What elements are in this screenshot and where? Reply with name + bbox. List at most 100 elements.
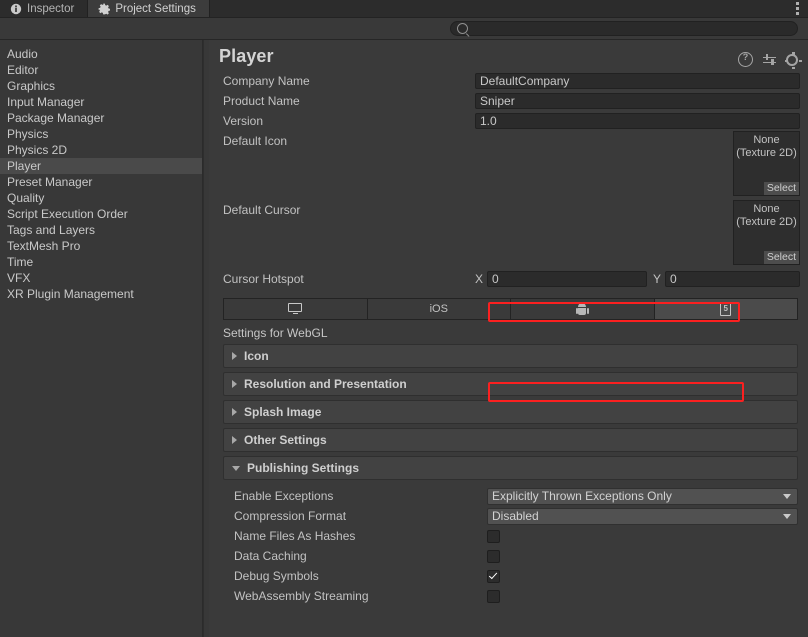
search-row-left-spacer [0, 18, 450, 39]
sidebar-item-preset-manager[interactable]: Preset Manager [0, 174, 202, 190]
window-tab-strip: Inspector Project Settings [0, 0, 808, 18]
company-name-input[interactable]: DefaultCompany [475, 73, 800, 89]
sidebar-item-label: Package Manager [7, 111, 105, 125]
chevron-down-icon [232, 465, 240, 471]
html5-icon [720, 302, 732, 316]
sidebar-item-script-execution-order[interactable]: Script Execution Order [0, 206, 202, 222]
object-field-none-label: None [753, 134, 780, 146]
section-icon[interactable]: Icon [223, 344, 798, 368]
row-label: Debug Symbols [234, 569, 319, 583]
field-label: Cursor Hotspot [223, 272, 304, 286]
platform-tab-standalone[interactable] [224, 299, 368, 319]
tab-project-settings[interactable]: Project Settings [88, 0, 210, 17]
row-compression-format: Compression Format Disabled [209, 506, 808, 526]
compression-format-dropdown[interactable]: Disabled [487, 507, 798, 525]
webassembly-streaming-checkbox[interactable] [487, 589, 500, 603]
sidebar-item-label: Time [7, 255, 34, 269]
section-label: Resolution and Presentation [244, 377, 407, 391]
platform-tab-bar: iOS [223, 298, 798, 320]
section-label: Splash Image [244, 405, 322, 419]
hotspot-y-label: Y [653, 272, 662, 286]
dropdown-value: Disabled [492, 509, 539, 523]
row-label: Compression Format [234, 509, 347, 523]
hotspot-y-input[interactable]: 0 [665, 271, 800, 287]
sidebar-item-xr-plugin-management[interactable]: XR Plugin Management [0, 286, 202, 302]
section-label: Other Settings [244, 433, 327, 447]
field-label: Company Name [223, 74, 310, 88]
row-label: WebAssembly Streaming [234, 589, 369, 603]
section-label: Publishing Settings [247, 461, 360, 475]
object-field-type-label: (Texture 2D) [736, 216, 797, 228]
gear-icon[interactable] [784, 52, 802, 70]
sidebar-item-physics[interactable]: Physics [0, 126, 202, 142]
section-publishing-settings[interactable]: Publishing Settings [223, 456, 798, 480]
data-caching-checkbox[interactable] [487, 549, 500, 563]
sidebar-item-input-manager[interactable]: Input Manager [0, 94, 202, 110]
sidebar-item-package-manager[interactable]: Package Manager [0, 110, 202, 126]
default-cursor-object-field[interactable]: None (Texture 2D) Select [733, 200, 800, 265]
panel-header-icons [738, 40, 808, 70]
version-input[interactable]: 1.0 [475, 113, 800, 129]
field-company-name: Company Name DefaultCompany [209, 71, 808, 91]
sidebar-item-label: Editor [7, 63, 39, 77]
sidebar-item-time[interactable]: Time [0, 254, 202, 270]
sidebar-item-textmesh-pro[interactable]: TextMesh Pro [0, 238, 202, 254]
name-files-as-hashes-checkbox[interactable] [487, 529, 500, 543]
sidebar-item-audio[interactable]: Audio [0, 46, 202, 62]
vertical-scrollbar[interactable] [804, 40, 808, 637]
object-field-value: None (Texture 2D) [736, 203, 797, 229]
hotspot-x-input[interactable]: 0 [487, 271, 648, 287]
help-icon[interactable] [738, 51, 753, 67]
debug-symbols-checkbox[interactable] [487, 569, 500, 583]
enable-exceptions-dropdown[interactable]: Explicitly Thrown Exceptions Only [487, 487, 798, 505]
platform-tab-webgl[interactable] [654, 299, 797, 319]
main-area: Audio Editor Graphics Input Manager Pack… [0, 40, 808, 637]
row-label: Enable Exceptions [234, 489, 334, 503]
chevron-right-icon [232, 380, 237, 388]
sidebar-item-player[interactable]: Player [0, 158, 202, 174]
platform-tab-ios-label: iOS [429, 303, 448, 315]
row-label: Data Caching [234, 549, 307, 563]
section-resolution-and-presentation[interactable]: Resolution and Presentation [223, 372, 798, 396]
preset-icon[interactable] [763, 53, 776, 66]
field-product-name: Product Name Sniper [209, 91, 808, 111]
default-icon-object-field[interactable]: None (Texture 2D) Select [733, 131, 800, 196]
row-label: Name Files As Hashes [234, 529, 356, 543]
sidebar-item-label: Audio [7, 47, 38, 61]
monitor-icon [288, 303, 303, 315]
object-field-none-label: None [753, 203, 780, 215]
chevron-right-icon [232, 436, 237, 444]
section-other-settings[interactable]: Other Settings [223, 428, 798, 452]
row-name-files-as-hashes: Name Files As Hashes [209, 526, 808, 546]
kebab-menu-icon[interactable] [786, 0, 808, 17]
sidebar-item-label: Quality [7, 191, 45, 205]
field-default-icon: Default Icon None (Texture 2D) Select [209, 131, 808, 200]
chevron-down-icon [783, 493, 791, 499]
sidebar-item-tags-and-layers[interactable]: Tags and Layers [0, 222, 202, 238]
sidebar-item-editor[interactable]: Editor [0, 62, 202, 78]
tab-strip-spacer [209, 0, 786, 17]
search-row [0, 18, 808, 40]
default-cursor-select-button[interactable]: Select [763, 251, 799, 264]
publishing-settings-body: Enable Exceptions Explicitly Thrown Exce… [209, 484, 808, 606]
section-splash-image[interactable]: Splash Image [223, 400, 798, 424]
sidebar-item-physics-2d[interactable]: Physics 2D [0, 142, 202, 158]
settings-for-label: Settings for WebGL [223, 326, 328, 340]
section-label: Icon [244, 349, 269, 363]
sidebar-item-vfx[interactable]: VFX [0, 270, 202, 286]
row-data-caching: Data Caching [209, 546, 808, 566]
dropdown-value: Explicitly Thrown Exceptions Only [492, 489, 672, 503]
chevron-down-icon [783, 513, 791, 519]
tab-inspector[interactable]: Inspector [0, 0, 89, 17]
default-icon-select-button[interactable]: Select [763, 182, 799, 195]
platform-tab-ios[interactable]: iOS [367, 299, 511, 319]
product-name-input[interactable]: Sniper [475, 93, 800, 109]
tab-project-settings-label: Project Settings [115, 2, 196, 15]
sidebar-item-graphics[interactable]: Graphics [0, 78, 202, 94]
row-enable-exceptions: Enable Exceptions Explicitly Thrown Exce… [209, 486, 808, 506]
platform-tab-android[interactable] [511, 299, 655, 319]
field-default-cursor: Default Cursor None (Texture 2D) Select [209, 200, 808, 269]
object-field-type-label: (Texture 2D) [736, 147, 797, 159]
sidebar-item-quality[interactable]: Quality [0, 190, 202, 206]
search-input[interactable] [450, 21, 798, 36]
